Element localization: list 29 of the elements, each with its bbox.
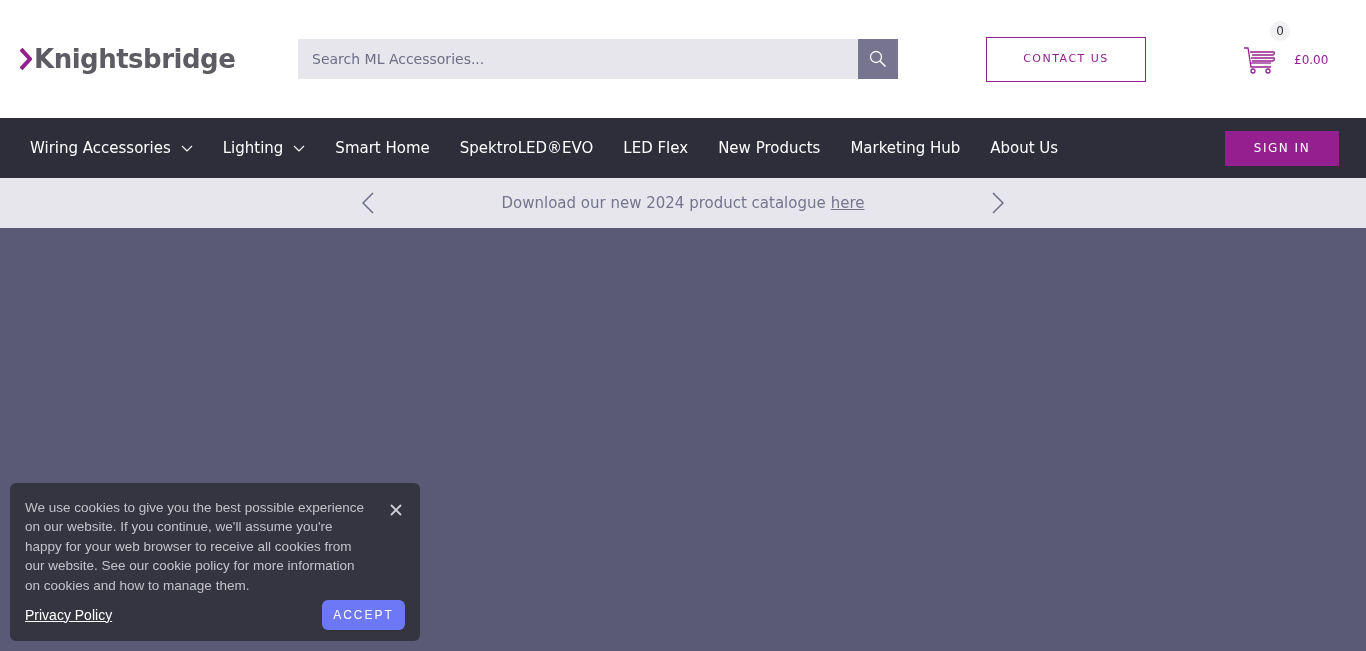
nav-link[interactable]: About Us bbox=[990, 136, 1059, 160]
search-field[interactable]: Search ML Accessories... bbox=[298, 39, 858, 79]
chevron-left-icon[interactable] bbox=[362, 192, 375, 214]
cart-icon[interactable] bbox=[1243, 46, 1276, 74]
nav-link[interactable]: Wiring Accessories bbox=[30, 136, 193, 160]
sign-in-button[interactable]: SIGN IN bbox=[1225, 130, 1339, 166]
contact-button[interactable]: CONTACT US bbox=[986, 36, 1146, 82]
nav-link[interactable]: LED Flex bbox=[623, 136, 689, 160]
cookie-message: We use cookies to give you the best possible experience on our website. If you continue, we'll assume you're happy for your web browser to receive all cookies from our website. See our cookie policy for more information on cookies and how to manage them. bbox=[25, 499, 365, 595]
logo-text[interactable]: Knightsbridge bbox=[34, 46, 236, 72]
catalogue-link[interactable]: here bbox=[830, 191, 865, 215]
cart-total: £0.00 bbox=[1294, 52, 1329, 69]
chevron-logo-icon bbox=[20, 46, 32, 72]
nav-link[interactable]: Marketing Hub bbox=[850, 136, 961, 160]
chevron-right-icon[interactable] bbox=[991, 192, 1004, 214]
accept-button[interactable]: ACCEPT bbox=[322, 600, 405, 631]
cart-count: 0 bbox=[1270, 20, 1290, 41]
nav-link[interactable]: SpektroLED®EVO bbox=[459, 136, 594, 160]
search-icon bbox=[869, 50, 887, 68]
nav-link[interactable]: Smart Home bbox=[335, 136, 430, 160]
chevron-down-icon bbox=[180, 144, 193, 152]
nav-link[interactable]: New Products bbox=[718, 136, 821, 160]
privacy-policy-link[interactable]: Privacy Policy bbox=[25, 604, 113, 626]
close-icon bbox=[389, 503, 403, 517]
nav-link[interactable]: Lighting bbox=[222, 136, 306, 160]
close-button[interactable] bbox=[389, 503, 403, 517]
chevron-down-icon bbox=[293, 144, 306, 152]
announcement-text: Download our new 2024 product catalogue bbox=[501, 192, 826, 214]
search-button[interactable] bbox=[858, 39, 898, 79]
